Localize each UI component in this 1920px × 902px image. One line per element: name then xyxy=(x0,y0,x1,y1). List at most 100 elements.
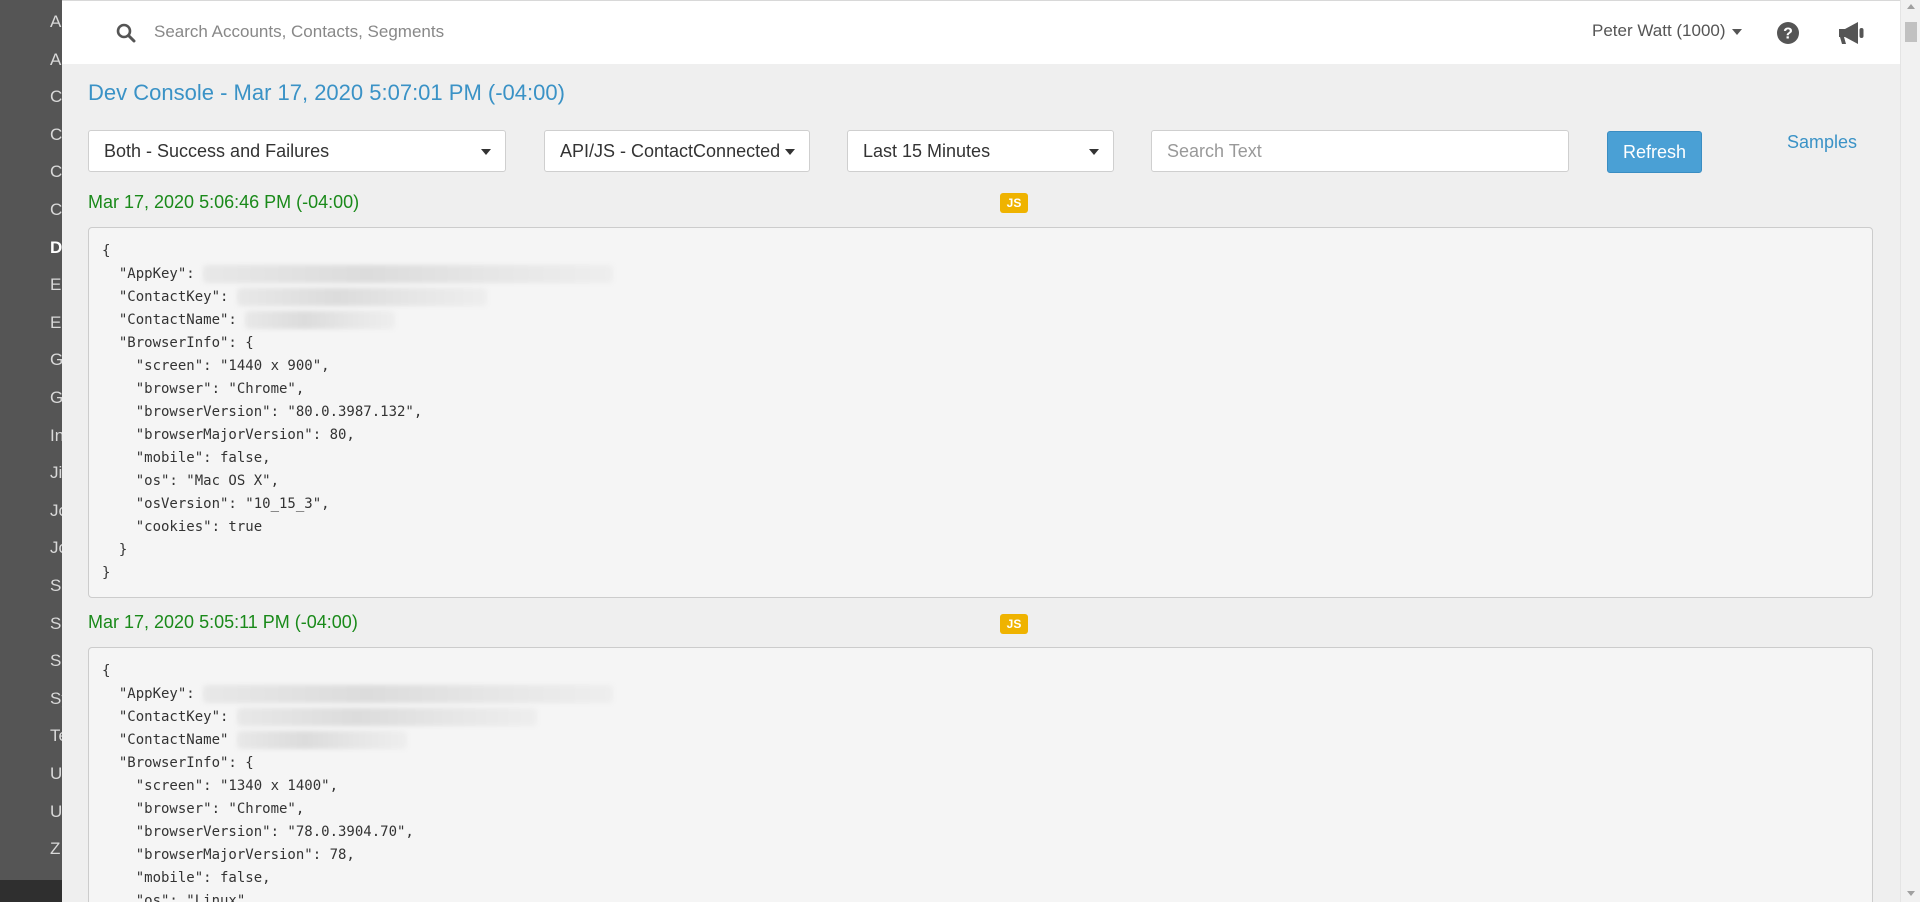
code-text: "browser": "Chrome", xyxy=(102,381,305,397)
code-line: "browserVersion": "78.0.3904.70", xyxy=(102,821,1859,844)
sidebar-item[interactable]: U xyxy=(50,802,62,822)
sidebar-item[interactable]: In xyxy=(50,426,62,446)
sidebar-item[interactable]: A xyxy=(50,12,61,32)
code-line: "osVersion": "10_15_3", xyxy=(102,493,1859,516)
code-text: "screen": "1440 x 900", xyxy=(102,358,330,374)
code-block: { "AppKey": "ContactKey": "ContactName" … xyxy=(88,647,1873,902)
code-text: "mobile": false, xyxy=(102,870,271,886)
code-line: { xyxy=(102,660,1859,683)
sidebar-item[interactable]: Jo xyxy=(50,501,62,521)
code-line: "mobile": false, xyxy=(102,867,1859,890)
page-title: Dev Console - Mar 17, 2020 5:07:01 PM (-… xyxy=(88,80,565,105)
vertical-scrollbar[interactable] xyxy=(1900,0,1920,902)
sidebar-item[interactable]: C xyxy=(50,162,62,182)
code-line: "cookies": true xyxy=(102,516,1859,539)
code-text: "cookies": true xyxy=(102,519,263,535)
status-filter-select[interactable]: Both - Success and Failures xyxy=(88,130,506,172)
code-text: "browserMajorVersion": 80, xyxy=(102,427,355,443)
sidebar-item[interactable]: Te xyxy=(50,726,62,746)
scroll-down-icon[interactable] xyxy=(1907,891,1915,896)
sidebar-item[interactable]: C xyxy=(50,87,62,107)
chevron-down-icon xyxy=(1731,28,1742,35)
chevron-down-icon xyxy=(785,149,795,155)
sidebar-item[interactable]: Sa xyxy=(50,576,62,596)
sidebar-item[interactable]: Sa xyxy=(50,614,62,634)
code-text: { xyxy=(102,663,111,679)
help-icon[interactable]: ? xyxy=(1776,21,1800,45)
code-text: "os": "Linux", xyxy=(102,893,254,902)
entry-timestamp: Mar 17, 2020 5:05:11 PM (-04:00) xyxy=(88,612,358,632)
code-text: "ContactName" xyxy=(102,732,237,748)
sidebar-item[interactable]: D xyxy=(50,238,62,258)
sidebar-item[interactable]: U xyxy=(50,764,62,784)
code-text: "browserMajorVersion": 78, xyxy=(102,847,355,863)
code-line: { xyxy=(102,240,1859,263)
code-line: "browserMajorVersion": 78, xyxy=(102,844,1859,867)
code-text: "browser": "Chrome", xyxy=(102,801,305,817)
code-text: "ContactKey": xyxy=(102,709,237,725)
sidebar-item[interactable]: E xyxy=(50,313,61,333)
code-text: "os": "Mac OS X", xyxy=(102,473,280,489)
event-type-select[interactable]: API/JS - ContactConnected xyxy=(544,130,810,172)
sidebar-item[interactable]: A xyxy=(50,50,61,70)
sidebar-footer xyxy=(0,880,62,902)
time-range-select[interactable]: Last 15 Minutes xyxy=(847,130,1114,172)
sidebar-item[interactable]: G xyxy=(50,388,62,408)
status-filter-value: Both - Success and Failures xyxy=(104,141,330,161)
code-line: "mobile": false, xyxy=(102,447,1859,470)
code-text: "BrowserInfo": { xyxy=(102,335,254,351)
redacted-value xyxy=(203,265,614,283)
redacted-value xyxy=(236,731,407,749)
code-line: "ContactKey": xyxy=(102,286,1859,309)
user-menu[interactable]: Peter Watt (1000) xyxy=(1592,21,1742,41)
global-search-input[interactable] xyxy=(154,17,654,47)
code-text: "osVersion": "10_15_3", xyxy=(102,496,330,512)
code-text: } xyxy=(102,542,128,558)
sidebar-item[interactable]: Ji xyxy=(50,463,62,483)
code-text: "ContactName": xyxy=(102,312,246,328)
code-text: "AppKey": xyxy=(102,686,204,702)
sidebar-item[interactable]: Sl xyxy=(50,651,62,671)
code-block: { "AppKey": "ContactKey": "ContactName":… xyxy=(88,227,1873,598)
code-line: "os": "Mac OS X", xyxy=(102,470,1859,493)
sidebar-item[interactable]: E xyxy=(50,275,61,295)
code-text: } xyxy=(102,565,111,581)
refresh-button[interactable]: Refresh xyxy=(1607,131,1702,173)
redacted-value xyxy=(245,311,396,329)
search-icon[interactable] xyxy=(116,23,136,43)
scroll-up-icon[interactable] xyxy=(1907,4,1915,9)
code-line: "screen": "1340 x 1400", xyxy=(102,775,1859,798)
event-type-value: API/JS - ContactConnected xyxy=(560,141,781,161)
sidebar-item[interactable]: Z xyxy=(50,839,60,859)
search-text-input[interactable] xyxy=(1151,130,1569,172)
code-line: "browserMajorVersion": 80, xyxy=(102,424,1859,447)
code-line: "screen": "1440 x 900", xyxy=(102,355,1859,378)
samples-link[interactable]: Samples xyxy=(1787,132,1857,153)
code-text: "screen": "1340 x 1400", xyxy=(102,778,339,794)
code-text: "browserVersion": "78.0.3904.70", xyxy=(102,824,414,840)
code-line: "browserVersion": "80.0.3987.132", xyxy=(102,401,1859,424)
code-text: "AppKey": xyxy=(102,266,204,282)
code-line: "AppKey": xyxy=(102,263,1859,286)
time-range-value: Last 15 Minutes xyxy=(863,141,991,161)
code-text: "browserVersion": "80.0.3987.132", xyxy=(102,404,423,420)
chevron-down-icon xyxy=(481,149,491,155)
sidebar-item[interactable]: Jo xyxy=(50,538,62,558)
code-text: { xyxy=(102,243,111,259)
code-line: "BrowserInfo": { xyxy=(102,752,1859,775)
top-header: Peter Watt (1000) ? xyxy=(62,0,1900,64)
redacted-value xyxy=(203,685,614,703)
sidebar-item[interactable]: G xyxy=(50,350,62,370)
scroll-thumb[interactable] xyxy=(1905,22,1917,42)
code-line: "browser": "Chrome", xyxy=(102,378,1859,401)
code-line: "AppKey": xyxy=(102,683,1859,706)
sidebar-item[interactable]: C xyxy=(50,200,62,220)
sidebar: AACCCCDEEGGInJiJoJoSaSaSlSyTeUUZ xyxy=(0,0,62,902)
code-line: } xyxy=(102,562,1859,585)
sidebar-item[interactable]: C xyxy=(50,125,62,145)
code-line: "BrowserInfo": { xyxy=(102,332,1859,355)
user-name: Peter Watt (1000) xyxy=(1592,21,1726,40)
sidebar-item[interactable]: Sy xyxy=(50,689,62,709)
redacted-value xyxy=(236,288,487,306)
bullhorn-icon[interactable] xyxy=(1836,20,1866,46)
